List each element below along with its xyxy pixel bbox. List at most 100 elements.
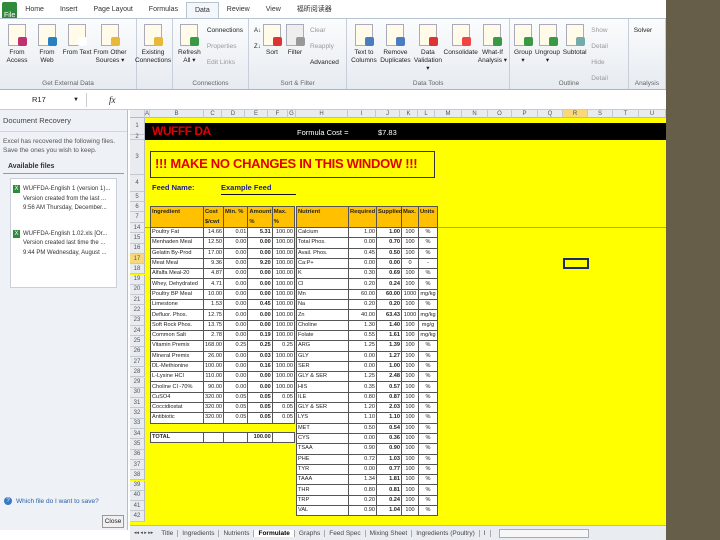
row-header-38[interactable]: 38 [130,470,145,481]
tab-4[interactable]: Formulas [141,2,186,18]
refresh-all-button[interactable]: Refresh All ▾ [175,21,204,89]
row-header-30[interactable]: 30 [130,387,145,399]
row-header-35[interactable]: 35 [130,439,145,450]
row-header-16[interactable]: 16 [130,243,145,254]
column-header-Q[interactable]: Q [538,110,563,118]
show-detail-button[interactable]: Show Detail [591,23,622,55]
group-button[interactable]: Group ▾ [512,21,534,89]
from-other-sources-button[interactable]: From Other Sources ▾ [92,21,128,89]
text-to-columns-button[interactable]: Text to Columns [349,21,379,89]
existing-connections-button[interactable]: Existing Connections [135,21,171,89]
reapply-button[interactable]: Reapply [310,39,339,55]
sheet-tab-7[interactable]: Ingredients (Poultry) [412,529,480,537]
advanced-button[interactable]: Advanced [310,55,339,71]
consolidate-button[interactable]: Consolidate [444,21,478,89]
row-header-6[interactable]: 6 [130,202,145,212]
column-header-L[interactable]: L [418,110,435,118]
sort-button[interactable]: Sort [261,21,283,89]
solver-button[interactable]: Solver [631,21,655,89]
row-header-39[interactable]: 39 [130,480,145,491]
row-header-1[interactable]: 1 [130,118,145,135]
column-header-I[interactable]: I [348,110,376,118]
row-header-42[interactable]: 42 [130,511,145,522]
column-header-O[interactable]: O [488,110,512,118]
column-header-J[interactable]: J [376,110,400,118]
row-header-29[interactable]: 29 [130,377,145,388]
recovered-file[interactable]: X WUFFDA-English 1.02.xls [Or... Version … [11,214,116,259]
sheet-tab-2[interactable]: Nutrients [219,529,255,537]
column-header-B[interactable]: B [150,110,204,118]
what-if-button[interactable]: What-If Analysis ▾ [478,21,508,89]
sheet-tab-4[interactable]: Graphs [295,529,326,537]
subtotal-button[interactable]: Subtotal [561,21,588,89]
row-header-18[interactable]: 18 [130,264,145,275]
from-access-button[interactable]: From Access [2,21,32,89]
row-header-14[interactable]: 14 [130,223,145,234]
column-header-P[interactable]: P [512,110,538,118]
row-header-4[interactable]: 4 [130,175,145,192]
sheet-nav-buttons[interactable]: ◂◂ ◂ ▸ ▸▸ [130,530,157,536]
row-header-5[interactable]: 5 [130,192,145,202]
column-header-K[interactable]: K [400,110,418,118]
sheet-tab-1[interactable]: Ingredients [178,529,220,537]
tab-2[interactable]: Insert [52,2,86,18]
column-header-U[interactable]: U [639,110,666,118]
horizontal-scrollbar[interactable] [498,528,589,538]
tab-0[interactable]: File [2,2,18,19]
column-header-N[interactable]: N [462,110,488,118]
row-header-32[interactable]: 32 [130,408,145,419]
connections-button[interactable]: Connections [207,23,243,39]
column-header-C[interactable]: C [204,110,222,118]
row-header-22[interactable]: 22 [130,305,145,316]
tab-7[interactable]: View [258,2,289,18]
column-header-R[interactable]: R [563,110,588,118]
help-link[interactable]: ? Which file do I want to save? [4,497,99,505]
row-header-23[interactable]: 23 [130,315,145,326]
row-header-21[interactable]: 21 [130,295,145,306]
filter-button[interactable]: Filter [283,21,307,89]
row-header-19[interactable]: 19 [130,274,145,285]
edit-links-button[interactable]: Edit Links [207,55,243,71]
row-header-28[interactable]: 28 [130,367,145,378]
row-header-3[interactable]: 3 [130,140,145,175]
row-header-41[interactable]: 41 [130,501,145,512]
row-header-31[interactable]: 31 [130,398,145,409]
ungroup-button[interactable]: Ungroup ▾ [534,21,561,89]
column-header-S[interactable]: S [588,110,613,118]
recovered-file[interactable]: X WUFFDA-English 1 (version 1)... Version… [11,179,116,214]
row-header-15[interactable]: 15 [130,233,145,244]
column-header-G[interactable]: G [288,110,296,118]
row-header-34[interactable]: 34 [130,429,145,440]
tab-8[interactable]: 福昕阅读器 [289,2,340,18]
tab-5[interactable]: Data [185,2,219,18]
sheet-tab-6[interactable]: Mixing Sheet [366,529,413,537]
row-header-25[interactable]: 25 [130,336,145,347]
row-header-27[interactable]: 27 [130,356,145,368]
file-list[interactable]: X WUFFDA-English 1 (version 1)... Version… [10,178,117,288]
clear-button[interactable]: Clear [310,23,339,39]
from-text-button[interactable]: From Text [62,21,92,89]
row-header-36[interactable]: 36 [130,449,145,460]
sheet-tab-0[interactable]: Title [157,529,179,537]
sheet-tab-8[interactable]: I [480,529,491,537]
row-header-33[interactable]: 33 [130,418,145,429]
column-header-E[interactable]: E [245,110,268,118]
column-header-D[interactable]: D [222,110,245,118]
tab-3[interactable]: Page Layout [85,2,140,18]
from-web-button[interactable]: From Web [32,21,62,89]
tab-1[interactable]: Home [17,2,52,18]
column-header-M[interactable]: M [435,110,462,118]
row-header-37[interactable]: 37 [130,459,145,471]
tab-6[interactable]: Review [219,2,258,18]
row-header-40[interactable]: 40 [130,490,145,502]
row-header-20[interactable]: 20 [130,284,145,296]
name-box-dropdown-icon[interactable]: ▼ [73,97,79,103]
row-header-26[interactable]: 26 [130,346,145,357]
sheet-tab-5[interactable]: Feed Spec [325,529,366,537]
column-header-T[interactable]: T [613,110,639,118]
row-header-24[interactable]: 24 [130,326,145,337]
properties-button[interactable]: Properties [207,39,243,55]
close-button[interactable]: Close [102,515,124,528]
row-header-7[interactable]: 7 [130,212,145,223]
sort-az-icon[interactable]: A↓ Z↓ [251,21,261,89]
